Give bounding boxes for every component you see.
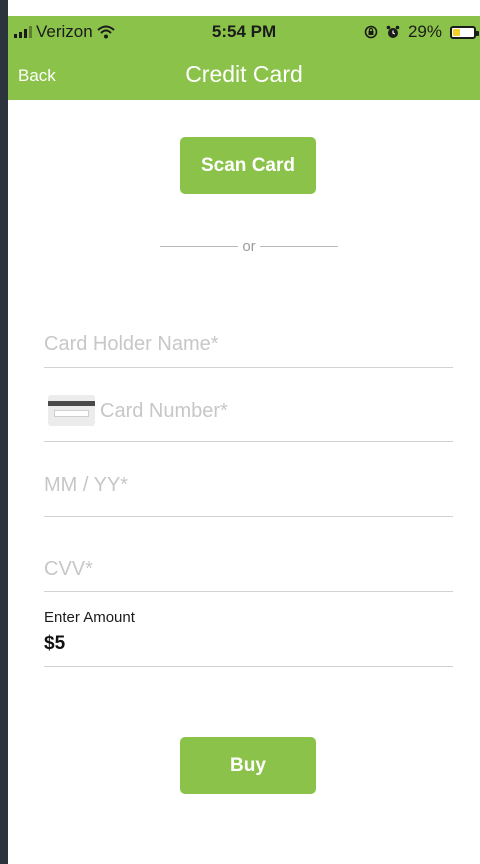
expiry-date-placeholder: MM / YY*	[44, 474, 129, 496]
card-holder-name-field[interactable]: Card Holder Name*	[44, 330, 453, 368]
divider-text: or	[242, 237, 256, 255]
amount-label: Enter Amount	[44, 609, 135, 626]
battery-icon	[450, 25, 479, 39]
divider-line-left	[160, 245, 239, 247]
cvv-field[interactable]: CVV*	[44, 556, 453, 592]
alarm-icon	[386, 25, 400, 38]
amount-field[interactable]: Enter Amount $5	[44, 609, 453, 667]
credit-card-icon	[48, 395, 95, 426]
battery-fill	[453, 28, 460, 36]
orientation-lock-icon	[364, 25, 378, 39]
page-title: Credit Card	[185, 61, 303, 87]
divider-line-right	[259, 245, 338, 247]
card-number-field[interactable]: Card Number*	[44, 392, 453, 442]
battery-percent: 29%	[407, 22, 442, 41]
navigation-bar: Back Credit Card	[8, 46, 480, 100]
card-holder-name-placeholder: Card Holder Name*	[44, 333, 219, 355]
amount-value[interactable]: $5	[44, 633, 65, 655]
card-number-placeholder: Card Number*	[100, 400, 228, 422]
cvv-placeholder: CVV*	[44, 558, 93, 580]
buy-button[interactable]: Buy	[180, 737, 316, 794]
status-right: 29%	[364, 22, 479, 42]
scan-card-button[interactable]: Scan Card	[180, 137, 316, 194]
expiry-date-field[interactable]: MM / YY*	[44, 472, 453, 517]
or-divider: or	[160, 236, 338, 256]
status-bar: Verizon 5:54 PM 29%	[8, 16, 480, 46]
